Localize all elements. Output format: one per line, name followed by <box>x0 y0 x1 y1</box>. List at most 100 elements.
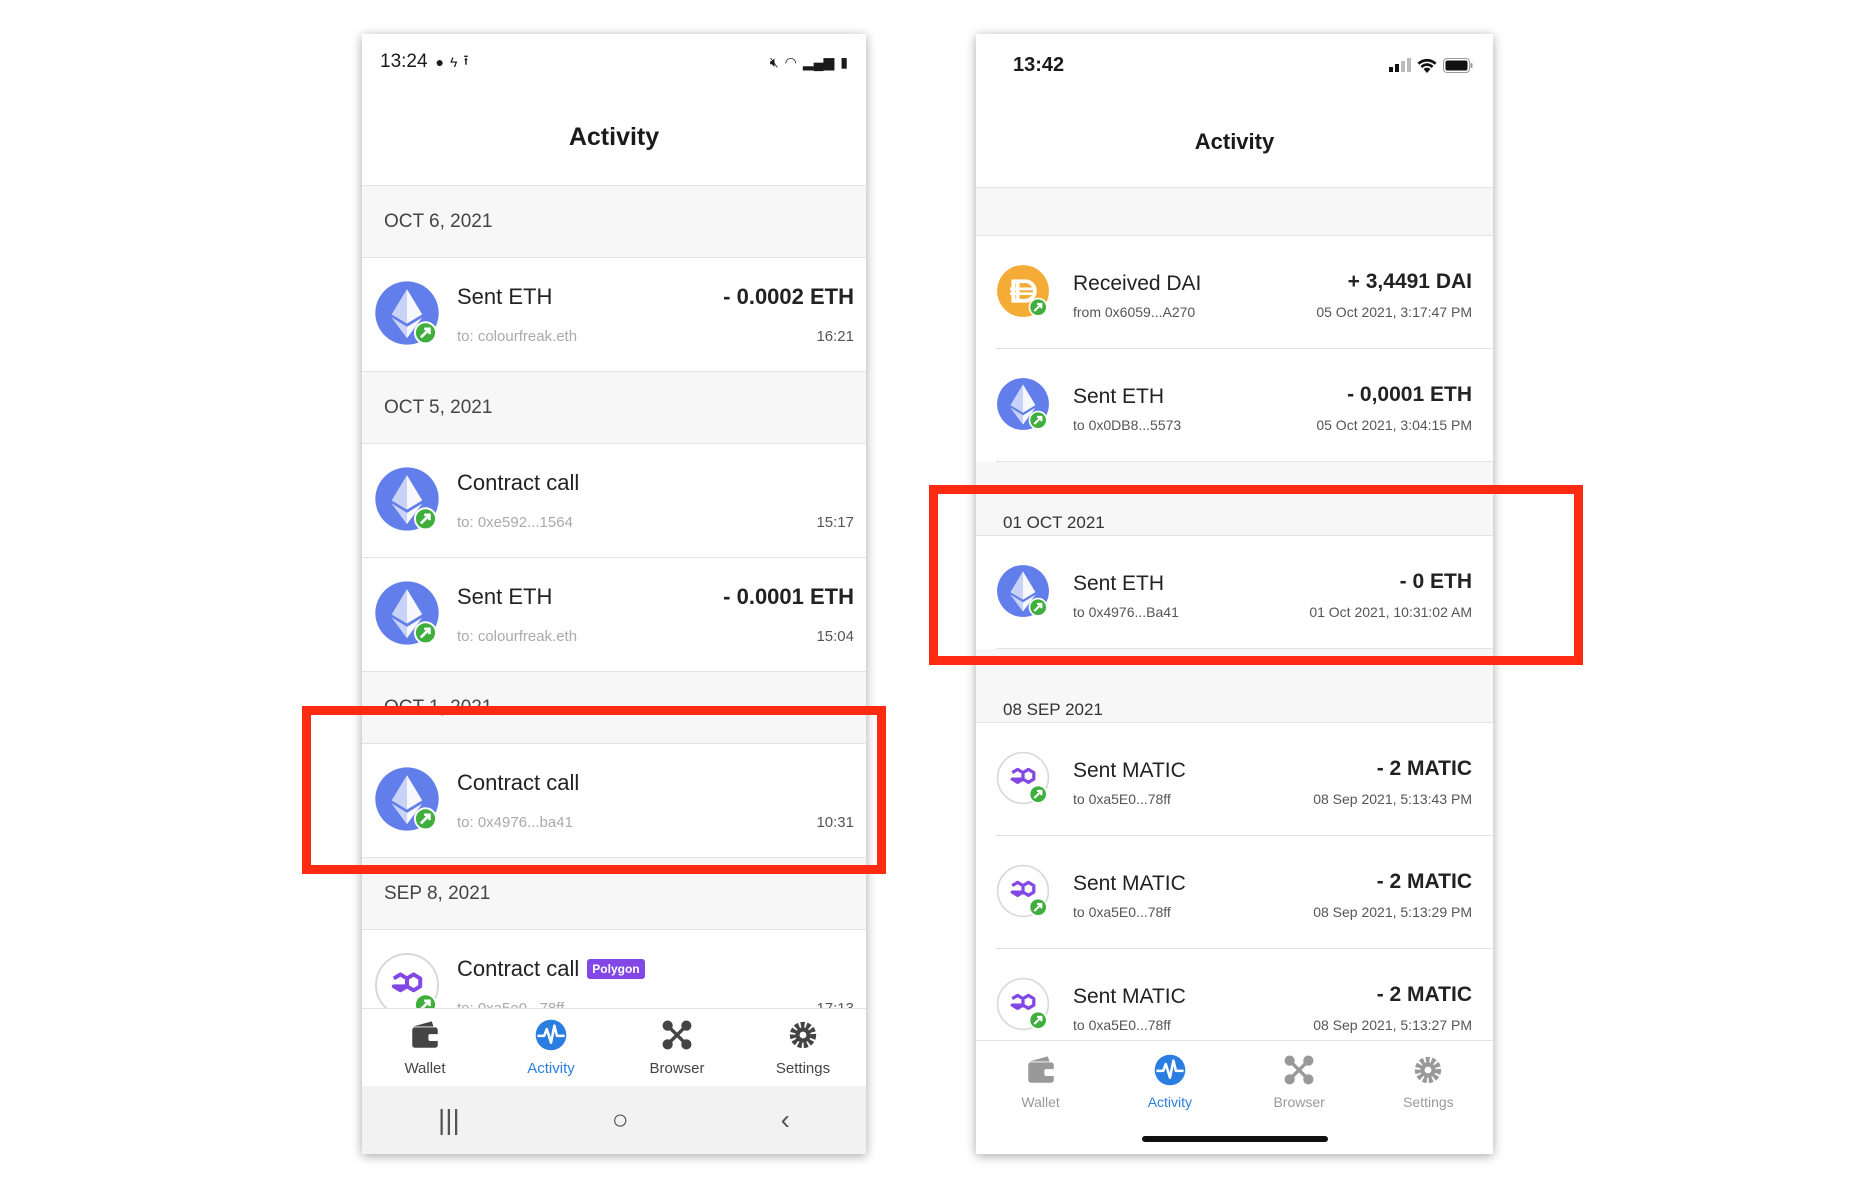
matic-token-icon <box>996 977 1050 1031</box>
transaction-title: Sent ETH <box>1073 385 1164 409</box>
upload-icon: ⭱ <box>463 52 469 68</box>
transaction-title-text: Sent MATIC <box>1073 759 1186 782</box>
system-nav-bar: ||| ○ ‹ <box>362 1086 866 1154</box>
transaction-row[interactable]: Sent MATIC - 2 MATIC to 0xa5E0...78ff 08 Se… <box>976 723 1493 836</box>
transaction-row[interactable]: Sent ETH - 0.0001 ETH to: colourfreak.eth 1… <box>362 558 866 672</box>
settings-icon <box>786 1018 820 1056</box>
transaction-time: 16:21 <box>816 328 854 345</box>
status-time: 13:42 <box>1013 53 1065 76</box>
transaction-row[interactable]: Sent ETH - 0,0001 ETH to 0x0DB8...5573 05 O… <box>976 349 1493 462</box>
eth-token-icon <box>374 580 440 646</box>
home-button[interactable]: ○ <box>612 1104 629 1136</box>
network-badge: Polygon <box>587 959 645 979</box>
transaction-address: to: colourfreak.eth <box>457 628 578 645</box>
highlight-box <box>929 485 1583 665</box>
settings-icon <box>1411 1053 1445 1090</box>
tab-settings[interactable]: Settings <box>740 1009 866 1086</box>
tab-wallet[interactable]: Wallet <box>362 1009 488 1086</box>
eth-token-icon <box>996 377 1050 431</box>
transaction-title: Sent MATIC <box>1073 759 1186 783</box>
wifi-icon: ◠ <box>784 53 797 70</box>
transaction-row[interactable]: Contract call to: 0xe592...1564 15:17 <box>362 444 866 558</box>
transaction-title: Sent MATIC <box>1073 872 1186 896</box>
matic-token-icon <box>996 751 1050 805</box>
transaction-time: 05 Oct 2021, 3:17:47 PM <box>1316 304 1472 320</box>
wifi-icon <box>1417 58 1437 73</box>
transaction-amount: - 0.0002 ETH <box>723 284 854 309</box>
wallet-icon <box>408 1018 442 1056</box>
transaction-title-text: Received DAI <box>1073 272 1202 295</box>
transaction-title-text: Contract call <box>457 956 580 981</box>
transaction-title: Contract call <box>457 470 579 496</box>
transaction-row[interactable]: Sent MATIC - 2 MATIC to 0xa5E0...78ff 08 Se… <box>976 836 1493 949</box>
transaction-title-text: Sent ETH <box>1073 385 1165 408</box>
transaction-time: 08 Sep 2021, 5:13:27 PM <box>1313 1017 1472 1033</box>
transaction-address: to 0xa5E0...78ff <box>1073 1017 1171 1033</box>
tab-label: Activity <box>527 1060 575 1077</box>
transaction-time: 08 Sep 2021, 5:13:29 PM <box>1313 904 1472 920</box>
highlight-box <box>302 706 886 874</box>
tab-browser[interactable]: Browser <box>1235 1053 1364 1110</box>
transaction-title-text: Contract call <box>457 470 580 495</box>
tab-label: Wallet <box>1021 1094 1060 1110</box>
transaction-amount: + 3,4491 DAI <box>1347 270 1472 293</box>
back-button[interactable]: ‹ <box>781 1104 790 1136</box>
date-header: OCT 6, 2021 <box>362 186 866 258</box>
eth-token-icon <box>374 280 440 346</box>
battery-icon <box>1443 57 1473 73</box>
status-bar: 13:42 <box>976 34 1493 96</box>
tab-label: Wallet <box>404 1060 446 1077</box>
transaction-address: to 0xa5E0...78ff <box>1073 791 1171 807</box>
status-bar: 13:24 ● ϟ ⭱ 🔇︎ ◠ ▂▄▆ ▮ <box>362 34 866 90</box>
date-header: OCT 5, 2021 <box>362 372 866 444</box>
tab-browser[interactable]: Browser <box>614 1009 740 1086</box>
transaction-amount: - 2 MATIC <box>1376 870 1472 893</box>
dai-token-icon <box>996 264 1050 318</box>
transaction-address: to: colourfreak.eth <box>457 328 578 345</box>
transaction-amount: - 0,0001 ETH <box>1347 383 1472 406</box>
transaction-address: to: 0xe592...1564 <box>457 514 573 531</box>
transaction-address: to 0x0DB8...5573 <box>1073 417 1182 433</box>
recents-button[interactable]: ||| <box>438 1104 460 1136</box>
activity-icon <box>1153 1053 1187 1090</box>
transaction-title-text: Sent ETH <box>457 284 553 309</box>
transaction-row[interactable]: Received DAI + 3,4491 DAI from 0x6059...A2… <box>976 236 1493 349</box>
home-indicator[interactable] <box>1142 1136 1328 1142</box>
tab-label: Settings <box>1403 1094 1454 1110</box>
tab-label: Browser <box>1273 1094 1325 1110</box>
tab-activity[interactable]: Activity <box>488 1009 614 1086</box>
transaction-title: Sent ETH <box>457 584 552 610</box>
transaction-title-text: Sent MATIC <box>1073 985 1186 1008</box>
transaction-address: to 0xa5E0...78ff <box>1073 904 1171 920</box>
transaction-row[interactable]: Sent ETH - 0.0002 ETH to: colourfreak.eth 1… <box>362 258 866 372</box>
transaction-amount: - 2 MATIC <box>1376 757 1472 780</box>
transaction-time: 05 Oct 2021, 3:04:15 PM <box>1316 417 1472 433</box>
tab-label: Browser <box>649 1060 705 1077</box>
tab-bar: Wallet Activity Browser Settings <box>362 1008 866 1086</box>
android-phone: 13:24 ● ϟ ⭱ 🔇︎ ◠ ▂▄▆ ▮ Activity OCT 6, 2… <box>362 34 866 1154</box>
transaction-amount: - 2 MATIC <box>1376 983 1472 1006</box>
transaction-title-text: Sent ETH <box>457 584 553 609</box>
wallet-icon <box>1024 1053 1058 1090</box>
activity-icon <box>534 1018 568 1056</box>
transaction-time: 08 Sep 2021, 5:13:43 PM <box>1313 791 1472 807</box>
matic-token-icon <box>996 864 1050 918</box>
transaction-address: from 0x6059...A270 <box>1073 304 1196 320</box>
transaction-title: Sent ETH <box>457 284 552 310</box>
tab-settings[interactable]: Settings <box>1364 1053 1493 1110</box>
tab-activity[interactable]: Activity <box>1105 1053 1234 1110</box>
battery-icon: ▮ <box>840 53 848 70</box>
mute-icon: 🔇︎ <box>769 53 779 70</box>
browser-icon <box>660 1018 694 1056</box>
browser-icon <box>1282 1053 1316 1090</box>
page-title: Activity <box>976 96 1493 188</box>
transaction-time: 15:04 <box>816 628 854 645</box>
activity-list: OCT 6, 2021 Sent ETH - 0.0002 ETH to: colou… <box>362 186 866 1044</box>
page-title: Activity <box>362 90 866 186</box>
signal-icon: ▂▄▆ <box>802 53 835 70</box>
tab-label: Activity <box>1147 1094 1193 1110</box>
eth-token-icon <box>374 466 440 532</box>
transaction-title-text: Sent MATIC <box>1073 872 1186 895</box>
signal-icon <box>1389 58 1411 72</box>
tab-wallet[interactable]: Wallet <box>976 1053 1105 1110</box>
